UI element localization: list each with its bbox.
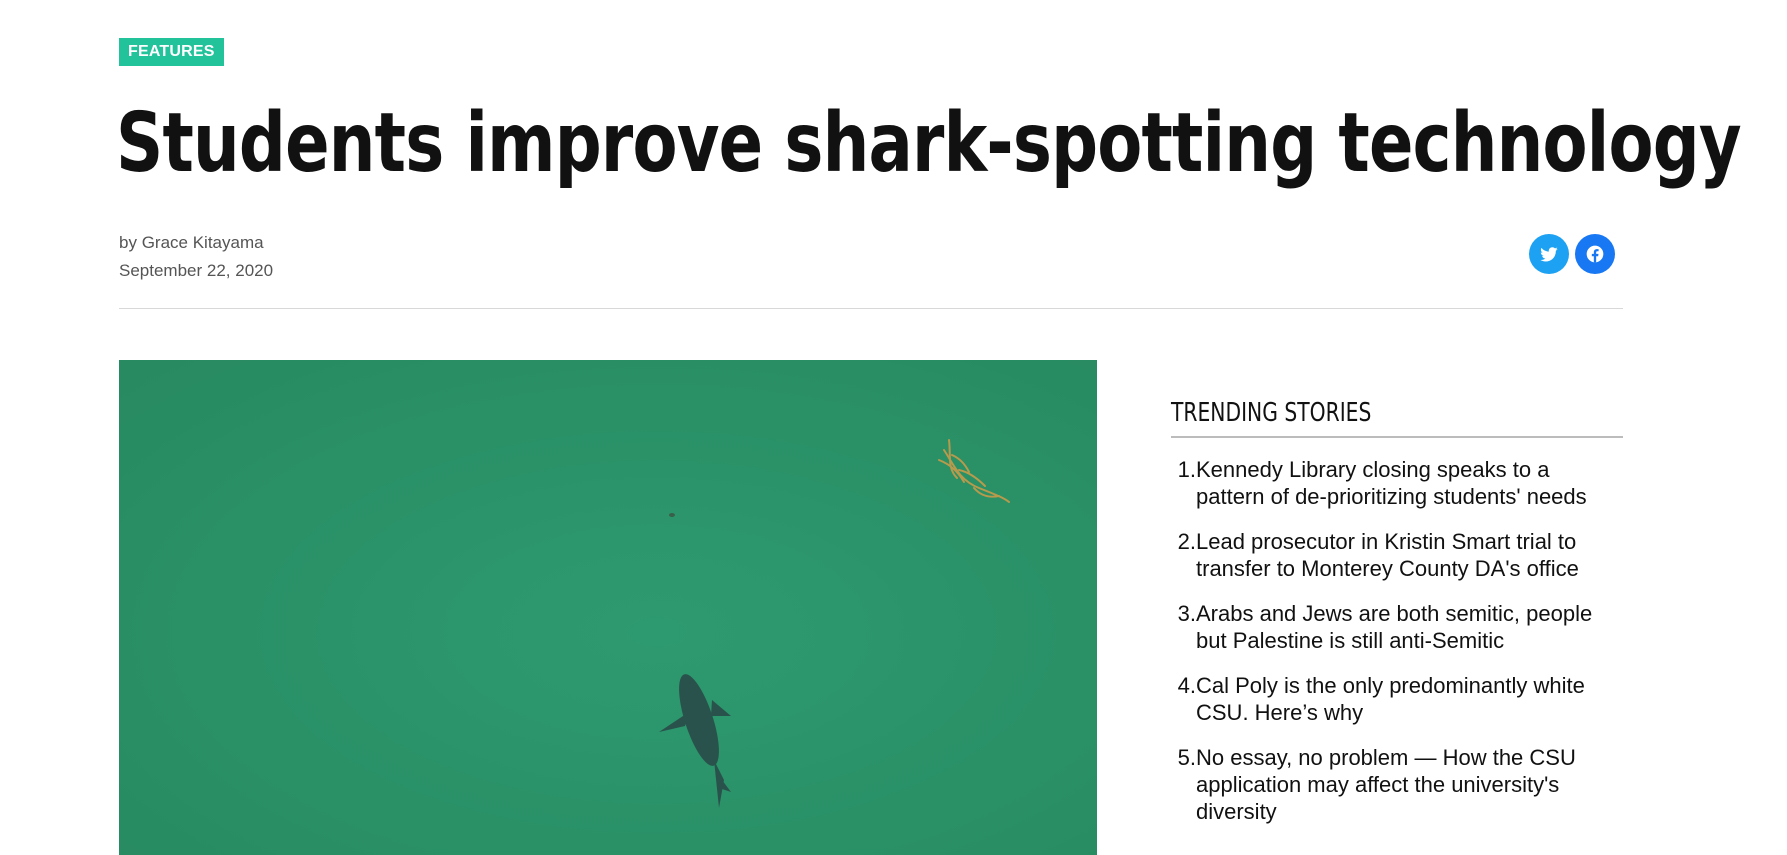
twitter-share-button[interactable] bbox=[1529, 234, 1569, 274]
list-item: 1. Kennedy Library closing speaks to a p… bbox=[1171, 456, 1623, 510]
list-item-number: 5. bbox=[1177, 745, 1196, 770]
byline-prefix: by bbox=[119, 233, 142, 252]
article-meta: by Grace Kitayama September 22, 2020 bbox=[119, 229, 273, 285]
list-item-number: 2. bbox=[1177, 529, 1196, 554]
publish-date: September 22, 2020 bbox=[119, 261, 274, 280]
list-item: 5. No essay, no problem — How the CSU ap… bbox=[1171, 744, 1623, 825]
article-title: Students improve shark-spotting technolo… bbox=[116, 96, 1742, 191]
trending-story-link[interactable]: Kennedy Library closing speaks to a patt… bbox=[1196, 456, 1623, 510]
list-item-number: 1. bbox=[1177, 457, 1196, 482]
trending-story-link[interactable]: No essay, no problem — How the CSU appli… bbox=[1196, 744, 1623, 825]
category-badge[interactable]: FEATURES bbox=[119, 38, 224, 66]
trending-divider bbox=[1171, 436, 1623, 438]
list-item: 3. Arabs and Jews are both semitic, peop… bbox=[1171, 600, 1623, 654]
trending-list: 1. Kennedy Library closing speaks to a p… bbox=[1171, 456, 1623, 825]
trending-story-link[interactable]: Lead prosecutor in Kristin Smart trial t… bbox=[1196, 528, 1623, 582]
list-item: 2. Lead prosecutor in Kristin Smart tria… bbox=[1171, 528, 1623, 582]
header-divider bbox=[119, 308, 1623, 309]
byline: by Grace Kitayama bbox=[119, 229, 273, 257]
facebook-share-button[interactable] bbox=[1575, 234, 1615, 274]
hero-image bbox=[119, 360, 1097, 855]
share-buttons bbox=[1529, 234, 1615, 274]
twitter-icon bbox=[1540, 247, 1558, 262]
list-item-number: 3. bbox=[1177, 601, 1196, 626]
trending-story-link[interactable]: Arabs and Jews are both semitic, people … bbox=[1196, 600, 1623, 654]
list-item-number: 4. bbox=[1177, 673, 1196, 698]
trending-title: TRENDING STORIES bbox=[1171, 398, 1372, 428]
facebook-icon bbox=[1586, 245, 1604, 263]
shark-aerial-photo bbox=[119, 360, 1097, 855]
trending-story-link[interactable]: Cal Poly is the only predominantly white… bbox=[1196, 672, 1623, 726]
trending-stories: TRENDING STORIES 1. Kennedy Library clos… bbox=[1171, 392, 1623, 843]
list-item: 4. Cal Poly is the only predominantly wh… bbox=[1171, 672, 1623, 726]
author-link[interactable]: Grace Kitayama bbox=[142, 233, 264, 252]
